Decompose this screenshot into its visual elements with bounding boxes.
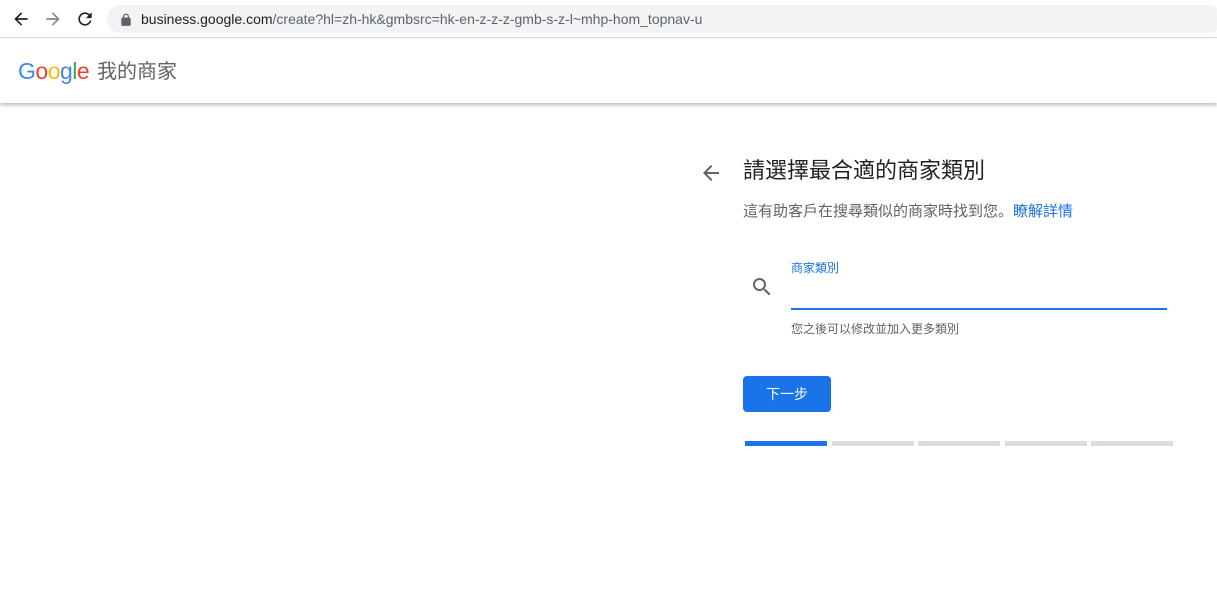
logo-letter: o (35, 58, 48, 84)
app-name: 我的商家 (97, 59, 177, 83)
url-text: business.google.com/create?hl=zh-hk&gmbs… (141, 11, 702, 27)
logo-letter: G (18, 58, 36, 84)
progress-segment (745, 441, 827, 446)
page-title: 請選擇最合適的商家類別 (743, 159, 986, 184)
search-icon (750, 275, 774, 299)
url-host: business.google.com (141, 11, 273, 27)
progress-segment (831, 441, 914, 446)
logo-letter: g (59, 58, 73, 84)
lock-icon (119, 12, 133, 26)
progress-segment (1004, 441, 1087, 446)
logo-letter: o (47, 58, 61, 84)
reload-icon[interactable] (72, 6, 98, 32)
category-helper-text: 您之後可以修改並加入更多類別 (791, 322, 960, 336)
url-path: /create?hl=zh-hk&gmbsrc=hk-en-z-z-z-gmb-… (272, 11, 703, 27)
business-category-input[interactable] (791, 278, 1167, 310)
progress-segment (1091, 441, 1173, 446)
progress-segment (918, 441, 1000, 446)
forward-icon[interactable] (40, 6, 66, 32)
learn-more-link[interactable]: 瞭解詳情 (1013, 202, 1073, 220)
app-header: Google 我的商家 (0, 39, 1217, 103)
subtitle-text: 這有助客戶在搜尋類似的商家時找到您。 (743, 202, 1014, 220)
address-bar[interactable]: business.google.com/create?hl=zh-hk&gmbs… (107, 5, 1217, 33)
logo-letter: e (76, 58, 90, 84)
back-icon[interactable] (8, 6, 34, 32)
back-arrow-icon[interactable] (699, 161, 723, 185)
google-logo[interactable]: Google (18, 57, 90, 85)
browser-toolbar: business.google.com/create?hl=zh-hk&gmbs… (0, 0, 1217, 38)
page-subtitle: 這有助客戶在搜尋類似的商家時找到您。瞭解詳情 (743, 200, 1073, 222)
next-button[interactable]: 下一步 (743, 376, 831, 412)
category-field-label: 商家類別 (791, 261, 840, 275)
